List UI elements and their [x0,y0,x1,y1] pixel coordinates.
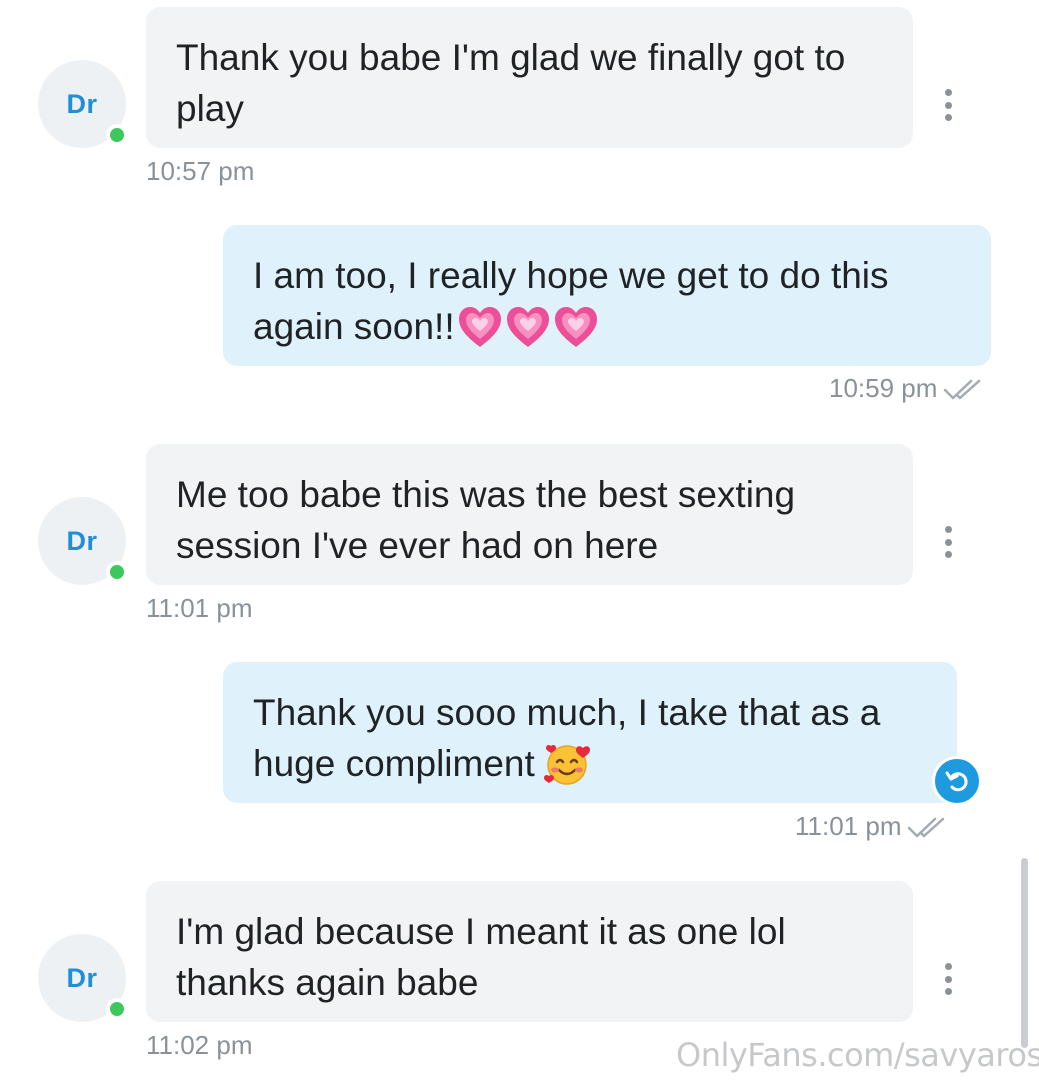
message-text-line: huge compliment [253,743,535,784]
smiling-face-with-hearts-emoji [543,744,590,785]
message-timestamp: 11:01 pm [146,593,253,623]
online-status-dot [106,998,128,1020]
undo-icon [945,771,968,792]
message-text-line: Thank you sooo much, I take that as a [253,692,881,733]
message-text-line: I am too, I really hope we get to do thi… [253,255,889,296]
avatar[interactable]: Dr [38,497,128,585]
avatar[interactable]: Dr [38,934,128,1022]
message-bubble-outgoing[interactable]: Thank you sooo much, I take that as a hu… [223,662,957,803]
scrollbar[interactable] [1021,858,1028,1048]
message-timestamp: 11:02 pm [146,1030,253,1060]
avatar-initials: Dr [66,525,98,556]
more-vertical-icon[interactable] [941,963,955,995]
online-status-dot [106,124,128,146]
more-vertical-icon[interactable] [941,526,955,558]
online-status-dot [106,561,128,583]
double-check-icon [944,379,981,400]
message-bubble-incoming[interactable]: Me too babe this was the best sexting se… [146,444,913,585]
message-bubble-incoming[interactable]: Thank you babe I'm glad we finally got t… [146,7,913,148]
watermark: OnlyFans.com/savyarose [676,1036,1039,1074]
message-text-line: play [176,88,244,129]
message-timestamp: 10:59 pm [829,373,938,403]
message-text-line: again soon!! [253,306,455,347]
growing-heart-emoji [458,307,501,347]
growing-heart-emoji [506,307,549,347]
message-timestamp-row: 10:59 pm [829,373,987,404]
message-text-line: Me too babe this was the best sexting [176,474,796,515]
message-text-line: I'm glad because I meant it as one lol [176,911,786,952]
message-bubble-incoming[interactable]: I'm glad because I meant it as one lol t… [146,881,913,1022]
growing-heart-emoji [554,307,597,347]
avatar-initials: Dr [66,962,98,993]
double-check-icon [908,817,945,838]
avatar-initials: Dr [66,88,98,119]
message-text-line: thanks again babe [176,962,479,1003]
message-bubble-outgoing[interactable]: I am too, I really hope we get to do thi… [223,225,991,366]
message-timestamp: 10:57 pm [146,156,255,186]
message-text-line: session I've ever had on here [176,525,659,566]
undo-button[interactable] [932,756,982,806]
message-timestamp: 11:01 pm [795,811,902,841]
message-text-line: Thank you babe I'm glad we finally got t… [176,37,846,78]
message-timestamp-row: 11:01 pm [795,811,951,842]
more-vertical-icon[interactable] [941,89,955,121]
avatar[interactable]: Dr [38,60,128,148]
